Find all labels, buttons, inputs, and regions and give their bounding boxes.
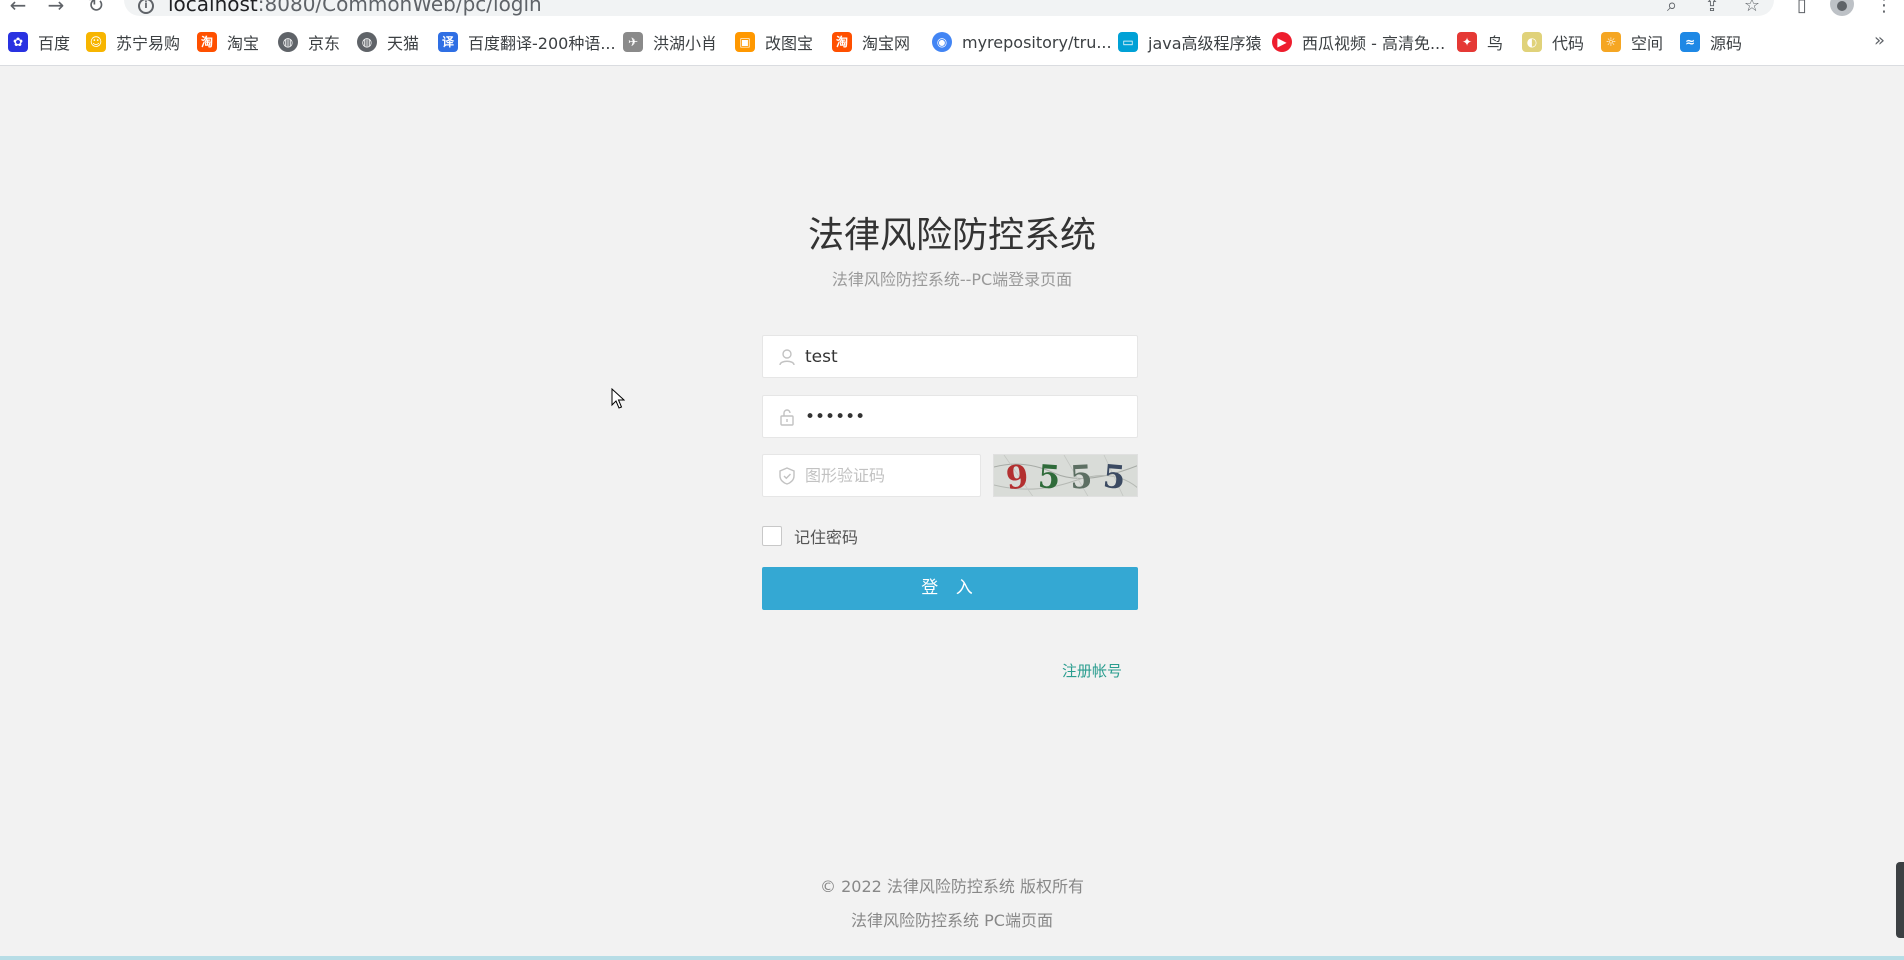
xigua-icon: ▶: [1272, 32, 1292, 52]
chrome-icon: ◉: [932, 32, 952, 52]
bookmark-item[interactable]: ◍ 天猫: [357, 30, 419, 54]
bookmark-label: 淘宝网: [862, 34, 911, 53]
bookmark-item[interactable]: ◉ myrepository/tru...: [932, 30, 1112, 54]
address-bar[interactable]: i localhost:8080/CommonWeb/pc/login: [124, 0, 1774, 16]
username-input[interactable]: [805, 336, 1125, 377]
edge-side-widget[interactable]: [1896, 862, 1904, 938]
forward-icon[interactable]: →: [44, 0, 68, 16]
address-url[interactable]: localhost:8080/CommonWeb/pc/login: [168, 0, 542, 14]
captcha-field[interactable]: [762, 454, 981, 497]
username-field[interactable]: [762, 335, 1138, 378]
translate-icon: 译: [438, 32, 458, 52]
bookmark-item[interactable]: ≈ 源码: [1680, 30, 1742, 54]
browser-toolbar: ← → ↻ i localhost:8080/CommonWeb/pc/logi…: [0, 0, 1904, 18]
bookmark-label: 百度: [38, 34, 71, 53]
qzone-icon: ☼: [1601, 32, 1621, 52]
shield-check-icon: [779, 467, 795, 485]
register-link[interactable]: 注册帐号: [1062, 660, 1122, 681]
bookmark-item[interactable]: ▶ 西瓜视频 - 高清免...: [1272, 30, 1445, 54]
taobao-icon: 淘: [832, 32, 852, 52]
back-icon[interactable]: ←: [6, 0, 30, 16]
captcha-input[interactable]: [805, 455, 975, 496]
remember-password[interactable]: 记住密码: [762, 525, 858, 547]
captcha-digit: 5: [1036, 456, 1064, 497]
page-subtitle: 法律风险防控系统--PC端登录页面: [831, 270, 1073, 289]
bookmark-item[interactable]: 淘淘宝网: [832, 30, 910, 54]
captcha-digit: 5: [1101, 456, 1129, 497]
bookmark-item[interactable]: ✿ 百度: [8, 30, 70, 54]
globe-icon: ◍: [357, 32, 377, 52]
reload-icon[interactable]: ↻: [84, 0, 108, 16]
bookmark-item[interactable]: ☺ 苏宁易购: [86, 30, 180, 54]
page-title: 法律风险防控系统: [807, 215, 1096, 256]
remember-label: 记住密码: [794, 528, 859, 547]
bookmark-label: 改图宝: [765, 34, 814, 53]
bookmark-label: java高级程序猿: [1148, 34, 1262, 53]
bookmark-label: 天猫: [387, 34, 420, 53]
bookmark-item[interactable]: 淘淘宝: [197, 30, 259, 54]
bookmark-label: 百度翻译-200种语...: [468, 34, 616, 53]
bookmarks-bar: » ✿ 百度 ☺ 苏宁易购淘淘宝 ◍ 京东 ◍ 天猫译百度翻译-200种语... ✈ 洪湖小肖 ▣ 改…: [0, 18, 1904, 66]
bilibili-icon: ▭: [1118, 32, 1138, 52]
bookmark-label: 鸟: [1487, 34, 1504, 53]
bottom-status-line: [0, 956, 1904, 960]
suning-icon: ☺: [86, 32, 106, 52]
bookmark-item[interactable]: 译百度翻译-200种语...: [438, 30, 616, 54]
bookmarks-overflow-icon[interactable]: »: [1874, 30, 1885, 51]
bookmark-label: 西瓜视频 - 高清免...: [1302, 34, 1446, 53]
fish-icon: ≈: [1680, 32, 1700, 52]
bookmark-label: 京东: [308, 34, 341, 53]
captcha-image[interactable]: 9555: [993, 454, 1138, 497]
password-field[interactable]: [762, 395, 1138, 438]
bookmark-item[interactable]: ✈ 洪湖小肖: [623, 30, 717, 54]
footer-line2: 法律风险防控系统 PC端页面: [851, 911, 1053, 930]
bookmark-star-icon[interactable]: ☆: [1740, 0, 1764, 16]
site-info-icon[interactable]: i: [138, 0, 154, 14]
bookmark-label: 苏宁易购: [116, 34, 181, 53]
side-panel-icon[interactable]: ▯: [1790, 0, 1814, 16]
captcha-digit: 9: [1004, 456, 1033, 497]
bookmark-label: 源码: [1710, 34, 1743, 53]
bookmark-item[interactable]: ▣ 改图宝: [735, 30, 813, 54]
share-icon[interactable]: ⇪: [1700, 0, 1724, 16]
password-input[interactable]: [805, 396, 1125, 437]
bookmark-item[interactable]: ◐ 代码: [1522, 30, 1584, 54]
bookmark-label: 空间: [1631, 34, 1664, 53]
bookmark-item[interactable]: ▭ java高级程序猿: [1118, 30, 1262, 54]
lock-icon: [780, 409, 794, 426]
mouse-cursor-icon: [611, 388, 625, 409]
baidu-paw-icon: ✿: [8, 32, 28, 52]
menu-icon[interactable]: ⋮: [1872, 0, 1896, 16]
bookmark-item[interactable]: ◍ 京东: [278, 30, 340, 54]
bookmark-label: 洪湖小肖: [653, 34, 718, 53]
bird-icon: ✈: [623, 32, 643, 52]
bookmark-label: 淘宝: [227, 34, 260, 53]
gaitubao-icon: ▣: [735, 32, 755, 52]
bird-red-icon: ✦: [1457, 32, 1477, 52]
bookmark-label: myrepository/tru...: [962, 32, 1112, 52]
bookmark-item[interactable]: ☼ 空间: [1601, 30, 1663, 54]
zoom-icon[interactable]: ⌕: [1660, 0, 1684, 16]
captcha-digits: 9555: [994, 455, 1137, 497]
captcha-digit: 5: [1069, 456, 1096, 497]
bookmark-label: 代码: [1552, 34, 1585, 53]
user-icon: [779, 349, 795, 366]
taobao-icon: 淘: [197, 32, 217, 52]
login-button[interactable]: 登 入: [762, 567, 1138, 610]
profile-avatar-icon[interactable]: [1830, 0, 1854, 16]
code-icon: ◐: [1522, 32, 1542, 52]
footer-copyright: © 2022 法律风险防控系统 版权所有: [820, 877, 1084, 896]
remember-checkbox[interactable]: [762, 526, 782, 546]
bookmark-item[interactable]: ✦ 鸟: [1457, 30, 1503, 54]
globe-icon: ◍: [278, 32, 298, 52]
